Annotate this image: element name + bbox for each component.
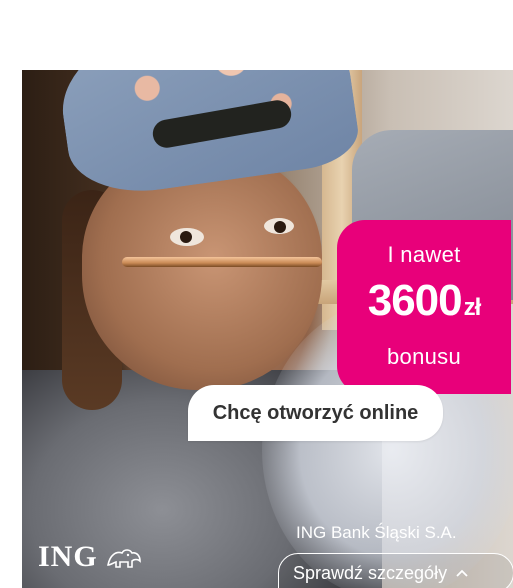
open-online-button[interactable]: Chcę otworzyć online xyxy=(188,385,443,441)
ing-banner-ad[interactable]: I nawet 3600zł bonusu Chcę otworzyć onli… xyxy=(0,0,513,588)
bonus-amount-value: 3600 xyxy=(367,276,463,325)
bonus-currency: zł xyxy=(463,294,482,321)
left-eye xyxy=(170,228,204,246)
lion-icon xyxy=(106,549,141,568)
chevron-up-icon xyxy=(456,569,468,577)
details-button[interactable]: Sprawdź szczegóły xyxy=(278,553,513,588)
bonus-badge: I nawet 3600zł bonusu xyxy=(337,220,511,394)
bank-name: ING Bank Śląski S.A. xyxy=(296,523,457,542)
ing-logo[interactable]: ING xyxy=(38,540,144,574)
right-eye xyxy=(264,218,294,234)
logo-text: ING xyxy=(38,540,98,573)
bonus-label: bonusu xyxy=(387,344,461,369)
bonus-intro: I nawet xyxy=(387,242,461,267)
details-label: Sprawdź szczegóły xyxy=(293,562,448,583)
pencil xyxy=(122,257,322,267)
bonus-amount: 3600zł xyxy=(337,276,511,326)
